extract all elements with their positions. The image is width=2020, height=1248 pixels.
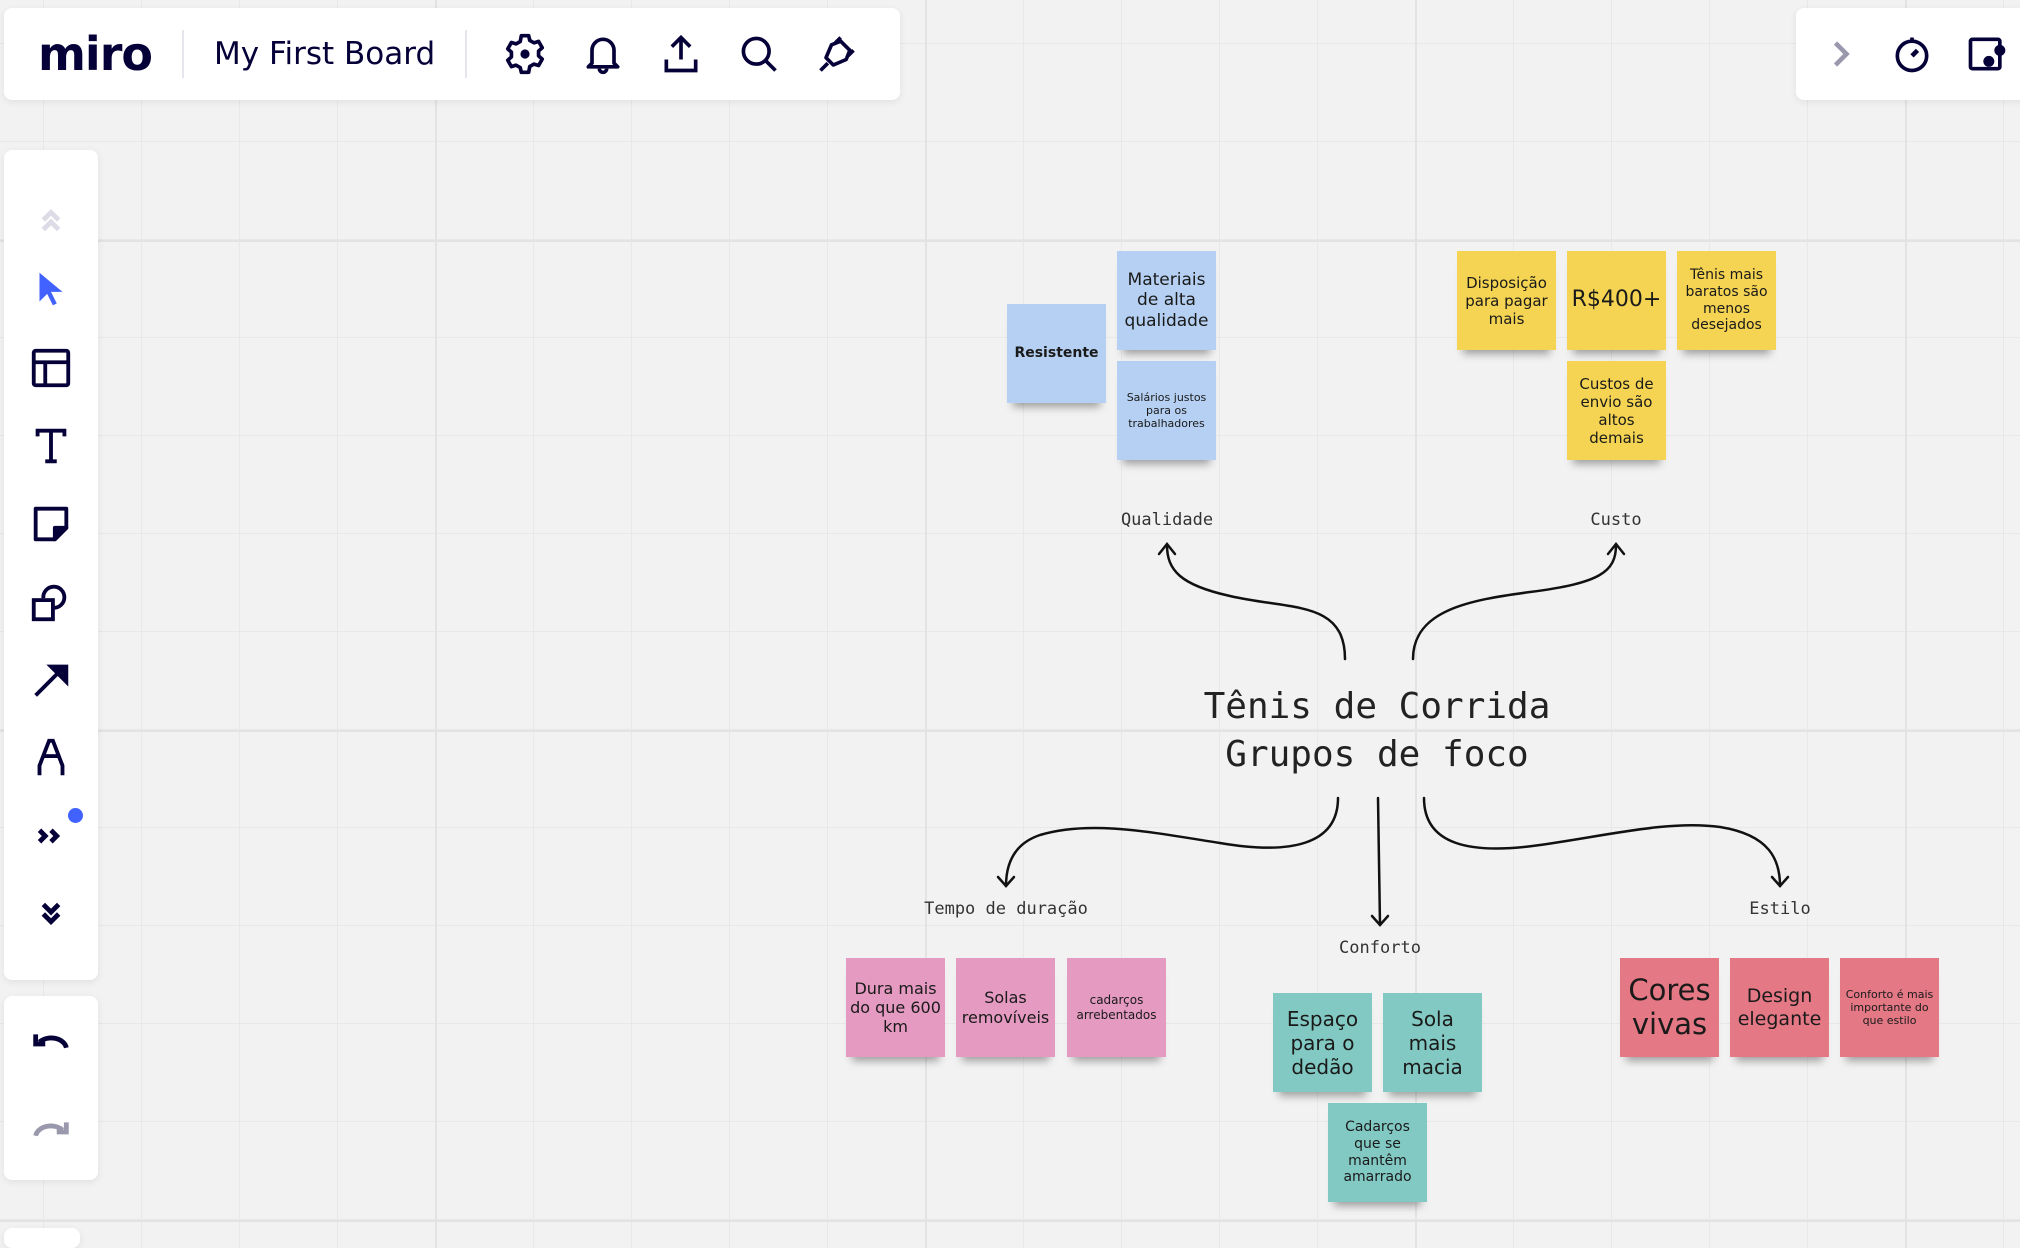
connector-icon[interactable] bbox=[21, 650, 81, 710]
new-badge-dot bbox=[68, 808, 83, 823]
group-label-conforto[interactable]: Conforto bbox=[1339, 938, 1421, 958]
select-icon[interactable] bbox=[21, 260, 81, 320]
arrow-custo bbox=[1411, 543, 1618, 661]
top-bar: miro My First Board bbox=[4, 8, 900, 100]
title-line-1: Tênis de Corrida bbox=[1203, 686, 1551, 727]
collapse-up-icon[interactable] bbox=[21, 190, 81, 250]
bottom-panel bbox=[4, 1228, 80, 1248]
timer-icon[interactable] bbox=[1885, 26, 1938, 82]
arrow-tempo bbox=[1004, 796, 1340, 888]
settings-icon[interactable] bbox=[497, 26, 553, 82]
board-title[interactable]: My First Board bbox=[214, 36, 435, 72]
board-central-title[interactable]: Tênis de Corrida Grupos de foco bbox=[1204, 683, 1551, 779]
sticky-note[interactable]: Tênis mais baratos são menos desejados bbox=[1677, 251, 1776, 350]
divider bbox=[182, 30, 184, 78]
notifications-icon[interactable] bbox=[575, 26, 631, 82]
templates-icon[interactable] bbox=[21, 338, 81, 398]
sticky-note[interactable]: Cadarços que se mantêm amarrado bbox=[1328, 1103, 1427, 1202]
group-label-qualidade[interactable]: Qualidade bbox=[1121, 510, 1213, 530]
right-top-bar bbox=[1796, 8, 2020, 100]
group-label-custo[interactable]: Custo bbox=[1590, 510, 1641, 530]
sticky-note[interactable]: Cores vivas bbox=[1620, 958, 1719, 1057]
expand-down-icon[interactable] bbox=[21, 884, 81, 944]
sticky-note[interactable]: Custos de envio são altos demais bbox=[1567, 361, 1666, 460]
shapes-icon[interactable] bbox=[21, 572, 81, 632]
title-line-2: Grupos de foco bbox=[1225, 734, 1529, 775]
sticky-note[interactable]: Salários justos para os trabalhadores bbox=[1117, 361, 1216, 460]
sticky-note[interactable]: Conforto é mais importante do que estilo bbox=[1840, 958, 1939, 1057]
sticky-note[interactable]: Espaço para o dedão bbox=[1273, 993, 1372, 1092]
sticky-note[interactable]: Disposição para pagar mais bbox=[1457, 251, 1556, 350]
arrow-conforto bbox=[1376, 796, 1382, 927]
text-icon[interactable] bbox=[21, 416, 81, 476]
sticky-note[interactable]: Materiais de alta qualidade bbox=[1117, 251, 1216, 350]
arrow-estilo bbox=[1422, 796, 1782, 888]
sticky-note[interactable]: cadarços arrebentados bbox=[1067, 958, 1166, 1057]
redo-icon[interactable] bbox=[21, 1100, 81, 1160]
export-icon[interactable] bbox=[653, 26, 709, 82]
sticky-note[interactable]: Resistente bbox=[1007, 304, 1106, 403]
history-toolbar bbox=[4, 996, 98, 1180]
sticky-note[interactable]: Solas removíveis bbox=[956, 958, 1055, 1057]
arrow-qualidade bbox=[1165, 543, 1347, 661]
sticky-note[interactable]: Dura mais do que 600 km bbox=[846, 958, 945, 1057]
pen-icon[interactable] bbox=[21, 728, 81, 788]
group-label-estilo[interactable]: Estilo bbox=[1749, 899, 1810, 919]
sticky-note[interactable]: R$400+ bbox=[1567, 251, 1666, 350]
undo-icon[interactable] bbox=[21, 1012, 81, 1072]
search-icon[interactable] bbox=[731, 26, 787, 82]
integrations-icon[interactable] bbox=[809, 26, 865, 82]
miro-logo[interactable]: miro bbox=[38, 31, 153, 77]
sticky-note[interactable]: Design elegante bbox=[1730, 958, 1829, 1057]
divider bbox=[465, 30, 468, 78]
sticky-note[interactable]: Sola mais macia bbox=[1383, 993, 1482, 1092]
sticky-note-icon[interactable] bbox=[21, 494, 81, 554]
group-label-tempo[interactable]: Tempo de duração bbox=[924, 899, 1088, 919]
left-toolbar bbox=[4, 150, 98, 980]
present-icon[interactable] bbox=[1961, 26, 2014, 82]
chevron-right-icon[interactable] bbox=[1814, 26, 1867, 82]
